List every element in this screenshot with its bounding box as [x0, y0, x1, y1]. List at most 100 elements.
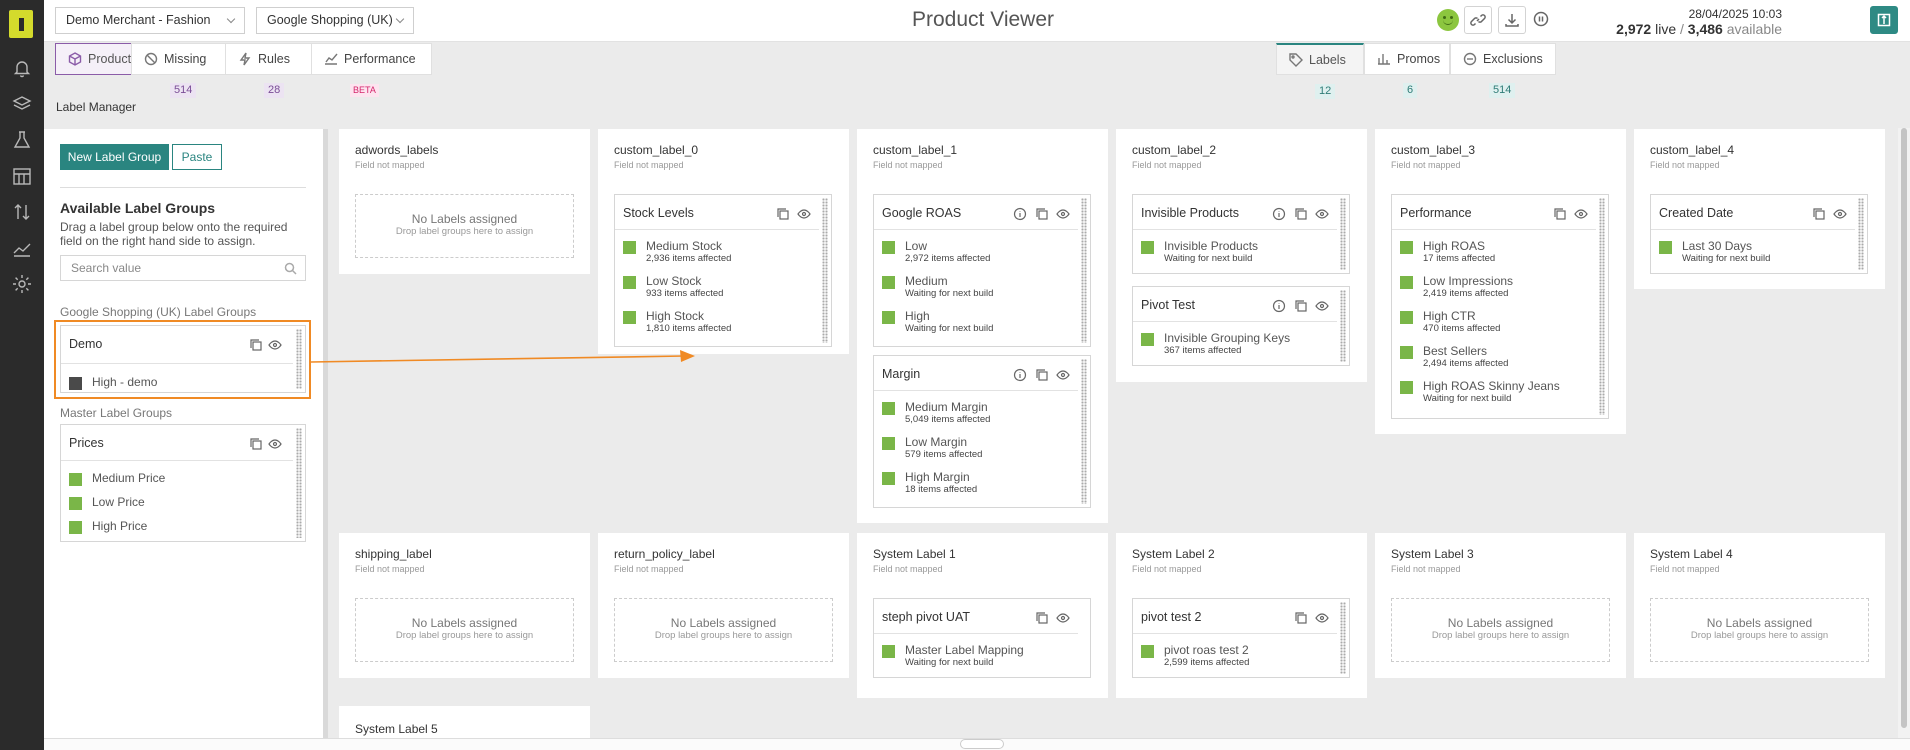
field-custom-label-4[interactable]: custom_label_4 Field not mapped Created … [1634, 129, 1885, 289]
new-label-group-button[interactable]: New Label Group [60, 144, 169, 170]
drag-handle[interactable] [1340, 198, 1346, 270]
merchant-select-value: Demo Merchant - Fashion [66, 13, 211, 27]
calendar-grid-icon[interactable] [11, 165, 33, 187]
eye-icon[interactable] [1056, 207, 1070, 221]
eye-icon[interactable] [1315, 207, 1329, 221]
tab-missing[interactable]: Missing 514 [131, 43, 226, 98]
copy-icon[interactable] [1035, 368, 1049, 382]
field-system-label-5[interactable]: System Label 5 [339, 706, 590, 738]
label-name: Best Sellers [1423, 344, 1488, 358]
drag-handle[interactable] [1081, 198, 1087, 343]
drag-handle[interactable] [1858, 198, 1864, 270]
field-name: custom_label_4 [1650, 143, 1735, 157]
copy-icon[interactable] [1812, 207, 1826, 221]
info-icon[interactable] [1013, 207, 1027, 221]
field-system-label-4[interactable]: System Label 4 Field not mapped No Label… [1634, 533, 1885, 678]
tab-labels[interactable]: Labels 12 [1276, 43, 1364, 99]
tab-exclusions[interactable]: Exclusions 514 [1450, 43, 1556, 98]
label-group-card-prices[interactable]: Prices Medium Price Low Price High Price [60, 424, 306, 542]
tab-products[interactable]: Products [55, 43, 143, 75]
sync-button[interactable] [1870, 6, 1898, 34]
drop-zone[interactable]: No Labels assigned Drop label groups here… [1650, 598, 1869, 662]
copy-icon[interactable] [1035, 207, 1049, 221]
copy-icon[interactable] [1294, 299, 1308, 313]
field-shipping-label[interactable]: shipping_label Field not mapped No Label… [339, 533, 590, 678]
label-group-card-pivot-test[interactable]: Pivot Test Invisible Grouping Keys 367 it… [1132, 286, 1350, 366]
tab-performance[interactable]: Performance BETA [311, 43, 432, 97]
empty-message: No Labels assigned [1706, 616, 1813, 630]
download-button[interactable] [1498, 6, 1526, 34]
field-custom-label-2[interactable]: custom_label_2 Field not mapped Invisibl… [1116, 129, 1367, 382]
field-return-policy-label[interactable]: return_policy_label Field not mapped No … [598, 533, 849, 678]
info-icon[interactable] [1272, 207, 1286, 221]
drag-handle[interactable] [822, 198, 828, 343]
drop-zone[interactable]: No Labels assigned Drop label groups here… [355, 598, 574, 662]
copy-icon[interactable] [249, 437, 263, 451]
field-custom-label-3[interactable]: custom_label_3 Field not mapped Performa… [1375, 129, 1626, 434]
drag-handle[interactable] [1081, 359, 1087, 504]
drop-zone[interactable]: No Labels assigned Drop label groups here… [355, 194, 574, 258]
field-custom-label-1[interactable]: custom_label_1 Field not mapped Google R… [857, 129, 1108, 523]
eye-icon[interactable] [797, 207, 811, 221]
app-logo[interactable] [9, 10, 33, 38]
drag-handle[interactable] [1599, 198, 1605, 415]
label-group-card-steph-pivot[interactable]: steph pivot UAT Master Label Mapping Wait… [873, 598, 1091, 678]
copy-icon[interactable] [1294, 611, 1308, 625]
merchant-select[interactable]: Demo Merchant - Fashion [55, 7, 245, 34]
link-icon [1470, 14, 1486, 26]
eye-icon[interactable] [1833, 207, 1847, 221]
label-color-swatch [69, 473, 82, 486]
pause-button[interactable] [1528, 6, 1556, 34]
live-label: live [1655, 21, 1677, 37]
layers-icon[interactable] [11, 93, 33, 115]
label-group-card-invisible-products[interactable]: Invisible Products Invisible Products Wai… [1132, 194, 1350, 274]
label-group-card-margin[interactable]: Margin Medium Margin 5,049 items affected… [873, 355, 1091, 508]
field-system-label-2[interactable]: System Label 2 Field not mapped pivot te… [1116, 533, 1367, 698]
vertical-scrollbar[interactable] [1898, 128, 1910, 738]
label-status: 1,810 items affected [646, 323, 732, 334]
copy-icon[interactable] [1553, 207, 1567, 221]
eye-icon[interactable] [1056, 611, 1070, 625]
tab-rules[interactable]: Rules 28 [225, 43, 312, 98]
scrollbar-thumb[interactable] [1901, 128, 1907, 728]
copy-icon[interactable] [776, 207, 790, 221]
eye-icon[interactable] [1056, 368, 1070, 382]
field-system-label-3[interactable]: System Label 3 Field not mapped No Label… [1375, 533, 1626, 678]
eye-icon[interactable] [1315, 299, 1329, 313]
area-chart-icon[interactable] [11, 237, 33, 259]
eye-icon[interactable] [1574, 207, 1588, 221]
label-group-card-pivot-test-2[interactable]: pivot test 2 pivot roas test 2 2,599 item… [1132, 598, 1350, 678]
link-button[interactable] [1464, 6, 1492, 34]
copy-icon[interactable] [1294, 207, 1308, 221]
eye-icon[interactable] [268, 437, 282, 451]
field-name: System Label 4 [1650, 547, 1733, 561]
info-icon[interactable] [1272, 299, 1286, 313]
drag-handle[interactable] [1340, 602, 1346, 674]
field-adwords-labels[interactable]: adwords_labels Field not mapped No Label… [339, 129, 590, 274]
drop-zone[interactable]: No Labels assigned Drop label groups here… [614, 598, 833, 662]
search-input[interactable]: Search value [60, 255, 306, 281]
panel-splitter[interactable] [323, 129, 328, 738]
channel-select[interactable]: Google Shopping (UK) [256, 7, 414, 34]
field-system-label-1[interactable]: System Label 1 Field not mapped steph pi… [857, 533, 1108, 698]
flask-icon[interactable] [11, 129, 33, 151]
label-group-card-stock[interactable]: Stock Levels Medium Stock 2,936 items aff… [614, 194, 832, 347]
bell-icon[interactable] [11, 57, 33, 79]
drag-handle[interactable] [1340, 290, 1346, 362]
label-status: Waiting for next build [905, 288, 994, 299]
label-group-card-created-date[interactable]: Created Date Last 30 Days Waiting for nex… [1650, 194, 1868, 274]
eye-icon[interactable] [1315, 611, 1329, 625]
tab-promos[interactable]: Promos 6 [1364, 43, 1450, 98]
copy-icon[interactable] [1035, 611, 1049, 625]
label-group-card-performance[interactable]: Performance High ROAS 17 items affected L… [1391, 194, 1609, 419]
field-custom-label-0[interactable]: custom_label_0 Field not mapped Stock Le… [598, 129, 849, 354]
drag-handle[interactable] [296, 428, 302, 538]
label-color-swatch [69, 497, 82, 510]
sort-arrows-icon[interactable] [11, 201, 33, 223]
paste-button[interactable]: Paste [172, 144, 222, 170]
gear-icon[interactable] [11, 273, 33, 295]
info-icon[interactable] [1013, 368, 1027, 382]
label-group-card-google-roas[interactable]: Google ROAS Low 2,972 items affected Medi… [873, 194, 1091, 347]
drop-zone[interactable]: No Labels assigned Drop label groups here… [1391, 598, 1610, 662]
resize-grip-icon[interactable] [960, 739, 1004, 749]
